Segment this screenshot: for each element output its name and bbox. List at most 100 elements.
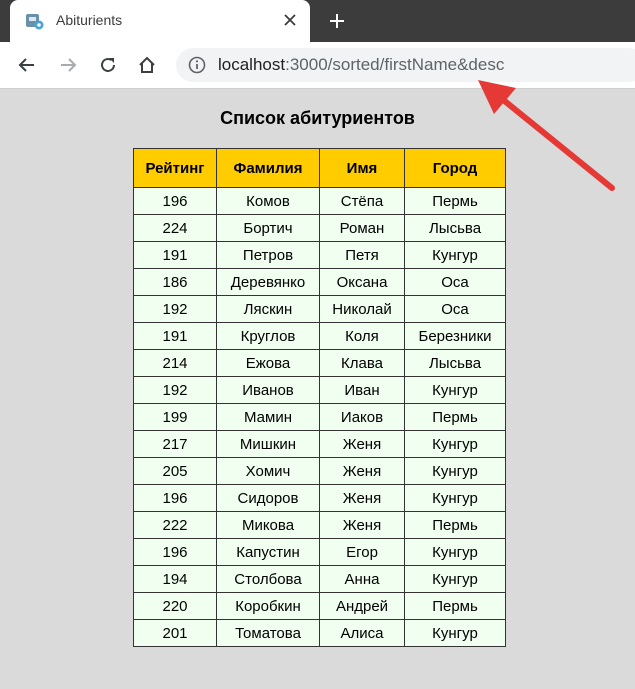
cell-rating: 220 xyxy=(133,592,217,620)
forward-arrow-icon[interactable] xyxy=(56,53,80,77)
table-row: 194 Столбова Анна Кунгур xyxy=(133,565,506,593)
tab-title: Abiturients xyxy=(56,12,123,28)
cell-surname: Деревянко xyxy=(216,268,320,296)
column-header-city: Город xyxy=(404,148,506,188)
cell-surname: Мишкин xyxy=(216,430,320,458)
cell-name: Иван xyxy=(319,376,405,404)
cell-city: Березники xyxy=(404,322,506,350)
info-icon[interactable] xyxy=(188,56,206,74)
cell-city: Кунгур xyxy=(404,430,506,458)
cell-name: Егор xyxy=(319,538,405,566)
cell-rating: 192 xyxy=(133,295,217,323)
table-row: 224 Бортич Роман Лысьва xyxy=(133,214,506,242)
cell-city: Кунгур xyxy=(404,538,506,566)
column-header-surname: Фамилия xyxy=(216,148,320,188)
tab-strip: Abiturients xyxy=(0,0,635,42)
url-text[interactable]: localhost:3000/sorted/firstName&desc xyxy=(218,55,504,75)
cell-name: Оксана xyxy=(319,268,405,296)
cell-surname: Коробкин xyxy=(216,592,320,620)
table-row: 214 Ежова Клава Лысьва xyxy=(133,349,506,377)
cell-city: Оса xyxy=(404,295,506,323)
cell-rating: 191 xyxy=(133,241,217,269)
cell-rating: 196 xyxy=(133,538,217,566)
cell-city: Оса xyxy=(404,268,506,296)
table-row: 196 Комов Стёпа Пермь xyxy=(133,187,506,215)
cell-name: Женя xyxy=(319,484,405,512)
cell-rating: 201 xyxy=(133,619,217,647)
table-row: 186 Деревянко Оксана Оса xyxy=(133,268,506,296)
cell-rating: 214 xyxy=(133,349,217,377)
table-body: 196 Комов Стёпа Пермь 224 Бортич Роман Лысьва 19… xyxy=(133,187,506,647)
page-title: Список абитуриентов xyxy=(220,108,415,128)
table-row: 199 Мамин Иаков Пермь xyxy=(133,403,506,431)
cell-surname: Комов xyxy=(216,187,320,215)
cell-name: Роман xyxy=(319,214,405,242)
cell-surname: Томатова xyxy=(216,619,320,647)
cell-name: Анна xyxy=(319,565,405,593)
cell-city: Кунгур xyxy=(404,619,506,647)
cell-city: Пермь xyxy=(404,511,506,539)
table-row: 217 Мишкин Женя Кунгур xyxy=(133,430,506,458)
cell-name: Клава xyxy=(319,349,405,377)
new-tab-icon[interactable] xyxy=(326,10,348,32)
app-favicon-icon xyxy=(25,11,45,31)
cell-surname: Сидоров xyxy=(216,484,320,512)
url-host: localhost xyxy=(218,55,286,74)
table-row: 191 Петров Петя Кунгур xyxy=(133,241,506,269)
cell-name: Петя xyxy=(319,241,405,269)
cell-name: Женя xyxy=(319,430,405,458)
cell-name: Алиса xyxy=(319,619,405,647)
column-header-rating: Рейтинг xyxy=(133,148,217,188)
cell-rating: 205 xyxy=(133,457,217,485)
cell-city: Пермь xyxy=(404,187,506,215)
cell-surname: Ляскин xyxy=(216,295,320,323)
cell-city: Кунгур xyxy=(404,565,506,593)
table-row: 220 Коробкин Андрей Пермь xyxy=(133,592,506,620)
cell-rating: 224 xyxy=(133,214,217,242)
cell-city: Пермь xyxy=(404,403,506,431)
cell-city: Кунгур xyxy=(404,241,506,269)
cell-rating: 194 xyxy=(133,565,217,593)
back-arrow-icon[interactable] xyxy=(15,53,39,77)
cell-rating: 191 xyxy=(133,322,217,350)
abiturients-table: Рейтинг Фамилия Имя Город 196 Комов Стёпа П… xyxy=(133,148,506,647)
cell-name: Коля xyxy=(319,322,405,350)
cell-name: Андрей xyxy=(319,592,405,620)
close-tab-icon[interactable] xyxy=(280,10,300,30)
table-row: 192 Иванов Иван Кунгур xyxy=(133,376,506,404)
table-row: 222 Микова Женя Пермь xyxy=(133,511,506,539)
cell-rating: 192 xyxy=(133,376,217,404)
cell-surname: Мамин xyxy=(216,403,320,431)
cell-surname: Столбова xyxy=(216,565,320,593)
cell-name: Женя xyxy=(319,511,405,539)
home-icon[interactable] xyxy=(135,53,159,77)
cell-city: Кунгур xyxy=(404,457,506,485)
table-row: 205 Хомич Женя Кунгур xyxy=(133,457,506,485)
cell-rating: 186 xyxy=(133,268,217,296)
cell-city: Лысьва xyxy=(404,349,506,377)
table-row: 201 Томатова Алиса Кунгур xyxy=(133,619,506,647)
column-header-name: Имя xyxy=(319,148,405,188)
reload-icon[interactable] xyxy=(96,53,120,77)
cell-rating: 199 xyxy=(133,403,217,431)
browser-tab[interactable]: Abiturients xyxy=(10,0,310,42)
cell-surname: Бортич xyxy=(216,214,320,242)
cell-surname: Петров xyxy=(216,241,320,269)
table-row: 192 Ляскин Николай Оса xyxy=(133,295,506,323)
cell-surname: Круглов xyxy=(216,322,320,350)
cell-name: Николай xyxy=(319,295,405,323)
cell-rating: 222 xyxy=(133,511,217,539)
cell-rating: 196 xyxy=(133,484,217,512)
cell-surname: Капустин xyxy=(216,538,320,566)
cell-city: Лысьва xyxy=(404,214,506,242)
table-row: 191 Круглов Коля Березники xyxy=(133,322,506,350)
cell-surname: Иванов xyxy=(216,376,320,404)
table-header-row: Рейтинг Фамилия Имя Город xyxy=(133,148,506,188)
table-row: 196 Сидоров Женя Кунгур xyxy=(133,484,506,512)
table-row: 196 Капустин Егор Кунгур xyxy=(133,538,506,566)
cell-rating: 217 xyxy=(133,430,217,458)
cell-city: Кунгур xyxy=(404,484,506,512)
cell-rating: 196 xyxy=(133,187,217,215)
cell-surname: Ежова xyxy=(216,349,320,377)
cell-city: Пермь xyxy=(404,592,506,620)
